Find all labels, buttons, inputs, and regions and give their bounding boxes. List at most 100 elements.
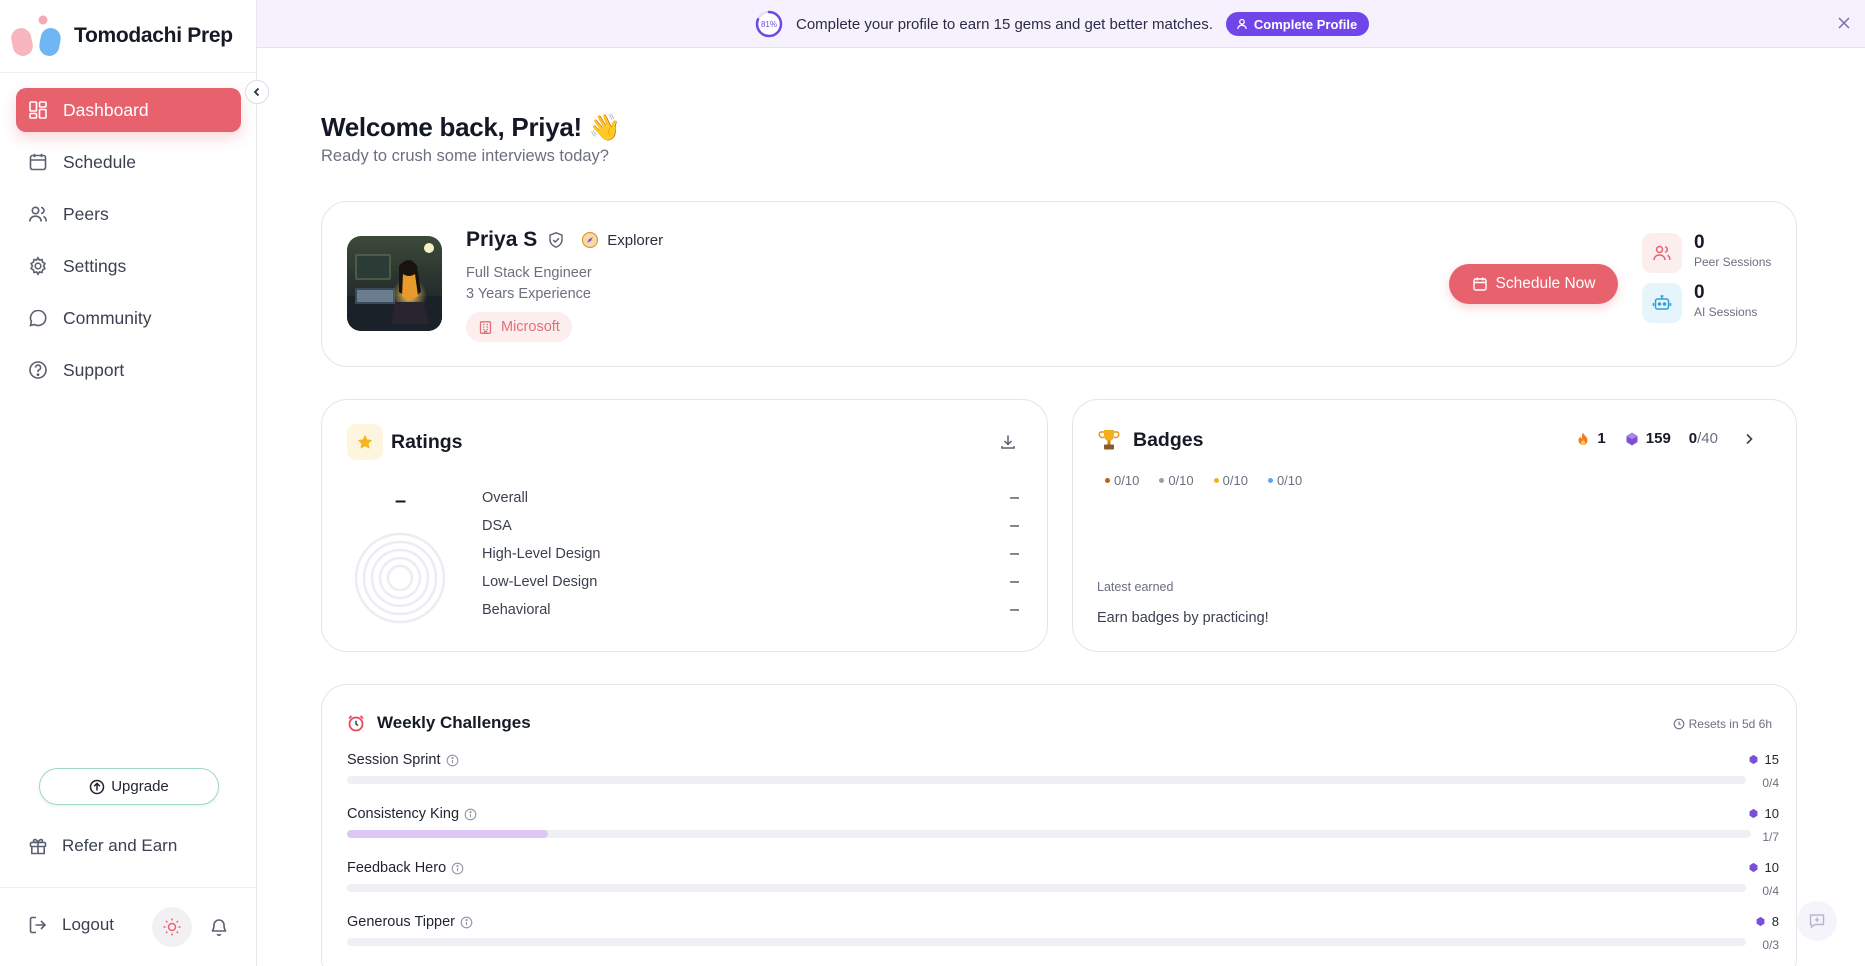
arrow-up-circle-icon xyxy=(89,779,105,794)
rating-label: Behavioral xyxy=(482,602,551,618)
sidebar-item-dashboard[interactable]: Dashboard xyxy=(16,88,241,132)
chevron-right-icon[interactable] xyxy=(1742,432,1756,446)
latest-earned-label: Latest earned xyxy=(1097,580,1174,594)
experience: 3 Years Experience xyxy=(466,286,591,302)
overall-score: – xyxy=(395,490,407,512)
help-icon xyxy=(29,361,47,379)
logout-label: Logout xyxy=(62,915,114,934)
challenge-progress-text: 1/7 xyxy=(1762,830,1779,844)
ratings-title: Ratings xyxy=(391,430,463,453)
complete-profile-button[interactable]: Complete Profile xyxy=(1225,12,1370,36)
challenge-session-sprint: Session Sprint 15 0/4 xyxy=(347,752,1779,796)
peer-sessions-value: 0 xyxy=(1694,232,1705,253)
info-icon[interactable] xyxy=(451,862,464,875)
upgrade-button[interactable]: Upgrade xyxy=(39,768,219,805)
challenge-gems: 10 xyxy=(1764,860,1779,875)
rating-label: Overall xyxy=(482,490,528,506)
info-icon[interactable] xyxy=(446,754,459,767)
challenge-gems: 15 xyxy=(1764,752,1779,767)
collapse-sidebar-button[interactable] xyxy=(245,80,269,104)
sidebar-item-community[interactable]: Community xyxy=(16,296,241,340)
tier-silver: 0/10 xyxy=(1159,473,1194,488)
rating-value: – xyxy=(1010,573,1019,590)
avatar[interactable] xyxy=(347,236,442,331)
close-icon[interactable] xyxy=(1837,16,1851,30)
sidebar-nav: Dashboard Schedule Peers Settings Commun… xyxy=(16,88,241,400)
resets-timer: Resets in 5d 6h xyxy=(1673,717,1772,731)
schedule-now-button[interactable]: Schedule Now xyxy=(1449,264,1618,304)
ratings-card: Ratings – Overall – DSA – High-Level Desig… xyxy=(321,399,1048,652)
compass-icon xyxy=(582,231,599,249)
weekly-challenges-title: Weekly Challenges xyxy=(377,713,531,732)
job-title: Full Stack Engineer xyxy=(466,265,592,281)
sidebar-divider xyxy=(0,72,256,73)
badges-title: Badges xyxy=(1133,428,1204,451)
profile-progress-ring: 81% xyxy=(755,10,783,38)
peer-sessions-icon-box xyxy=(1642,233,1682,273)
company-name: Microsoft xyxy=(501,319,560,335)
sidebar-item-support[interactable]: Support xyxy=(16,348,241,392)
sidebar-item-label: Community xyxy=(63,307,152,328)
challenge-progress-bar xyxy=(347,938,1746,946)
users-icon xyxy=(1653,245,1671,261)
challenge-gems: 10 xyxy=(1764,806,1779,821)
logout-button[interactable]: Logout xyxy=(28,915,114,935)
calendar-icon xyxy=(1472,277,1487,291)
sidebar-item-peers[interactable]: Peers xyxy=(16,192,241,236)
badges-card: Badges 1 159 0/40 0/10 0/10 0/10 0/10 La… xyxy=(1072,399,1797,652)
logout-icon xyxy=(29,916,47,934)
challenge-consistency-king: Consistency King 10 1/7 xyxy=(347,806,1779,850)
rating-value: – xyxy=(1010,601,1019,618)
profile-card: Priya S Explorer Full Stack Engineer 3 Y… xyxy=(321,201,1797,367)
tier-count: 0/10 xyxy=(1114,473,1140,488)
tier-count: 0/10 xyxy=(1222,473,1248,488)
peer-sessions-label: Peer Sessions xyxy=(1694,255,1772,269)
sidebar-divider xyxy=(0,887,256,888)
refer-label: Refer and Earn xyxy=(62,836,178,855)
rating-value: – xyxy=(1010,489,1019,506)
brand-logo xyxy=(10,14,66,58)
trophy-icon xyxy=(1098,430,1120,450)
challenge-name: Feedback Hero xyxy=(347,860,447,876)
theme-toggle-button[interactable] xyxy=(152,907,192,947)
sidebar-item-label: Settings xyxy=(63,255,127,276)
sidebar-item-settings[interactable]: Settings xyxy=(16,244,241,288)
rating-radar-rings xyxy=(354,532,446,624)
gem-count: 159 xyxy=(1645,430,1671,447)
tier-gold: 0/10 xyxy=(1213,473,1248,488)
rating-list: Overall – DSA – High-Level Design – Low-Lev… xyxy=(482,484,1019,624)
refer-and-earn-link[interactable]: Refer and Earn xyxy=(28,836,177,856)
ai-sessions-label: AI Sessions xyxy=(1694,305,1758,319)
badges-total: /40 xyxy=(1697,430,1718,447)
resets-text: Resets in 5d 6h xyxy=(1688,717,1772,731)
challenge-feedback-hero: Feedback Hero 10 0/4 xyxy=(347,860,1779,904)
message-plus-icon xyxy=(1809,914,1825,929)
peer-sessions-stat: 0 Peer Sessions xyxy=(1642,233,1771,273)
bell-icon[interactable] xyxy=(209,917,229,937)
gem-icon xyxy=(1749,808,1757,819)
ai-sessions-icon-box xyxy=(1642,283,1682,323)
challenge-progress-text: 0/4 xyxy=(1762,884,1779,898)
download-icon[interactable] xyxy=(999,433,1017,451)
feedback-button[interactable] xyxy=(1797,901,1837,941)
rating-row-lld: Low-Level Design – xyxy=(482,568,1019,596)
rating-row-overall: Overall – xyxy=(482,484,1019,512)
robot-icon xyxy=(1652,295,1672,310)
brand[interactable]: Tomodachi Prep xyxy=(10,14,233,58)
schedule-now-label: Schedule Now xyxy=(1495,275,1596,292)
challenge-progress-bar xyxy=(347,776,1746,784)
sidebar: Tomodachi Prep Dashboard Schedule Peers … xyxy=(0,0,257,966)
info-icon[interactable] xyxy=(460,916,473,929)
building-icon xyxy=(479,320,492,334)
page-title: Welcome back, Priya! 👋 xyxy=(321,112,621,143)
ai-sessions-stat: 0 AI Sessions xyxy=(1642,283,1757,323)
rating-value: – xyxy=(1010,545,1019,562)
challenge-generous-tipper: Generous Tipper 8 0/3 xyxy=(347,914,1779,958)
calendar-icon xyxy=(29,153,47,171)
sidebar-item-schedule[interactable]: Schedule xyxy=(16,140,241,184)
badge-tier-row: 0/10 0/10 0/10 0/10 xyxy=(1105,473,1322,488)
gear-icon xyxy=(30,256,46,276)
wave-emoji: 👋 xyxy=(588,112,621,142)
info-icon[interactable] xyxy=(464,808,477,821)
challenge-progress-bar xyxy=(347,884,1746,892)
